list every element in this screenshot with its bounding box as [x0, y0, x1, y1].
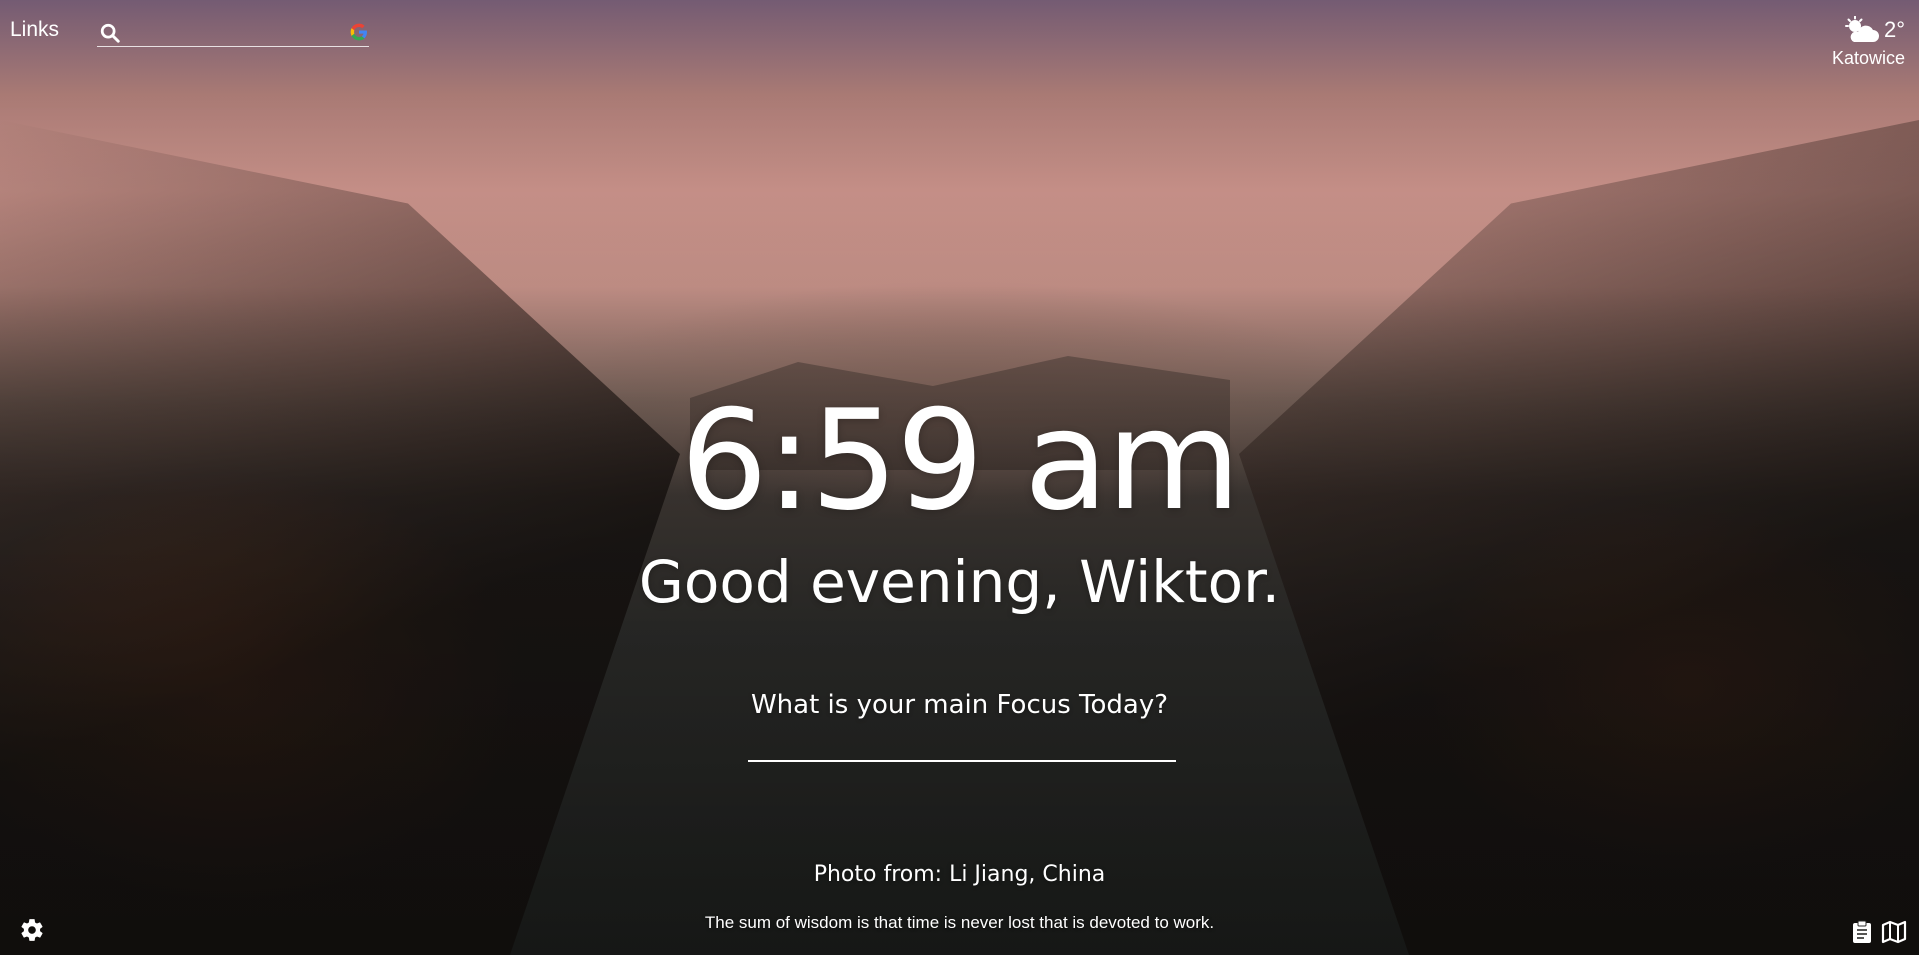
greeting-text: Good evening, Wiktor.	[638, 548, 1281, 616]
weather-widget[interactable]: 2° Katowice	[1832, 16, 1905, 69]
quote-text: The sum of wisdom is that time is never …	[704, 913, 1215, 932]
partly-cloudy-night-icon	[1844, 16, 1879, 42]
google-icon[interactable]	[349, 22, 369, 42]
clock-time: 6:59 am	[680, 380, 1241, 541]
map-icon[interactable]	[1881, 920, 1907, 944]
search-bar[interactable]	[97, 18, 369, 47]
gear-icon[interactable]	[19, 917, 45, 943]
photo-credit[interactable]: Photo from: Li Jiang, China	[0, 862, 1919, 887]
search-icon[interactable]	[99, 22, 121, 44]
links-button[interactable]: Links	[10, 18, 59, 42]
search-input[interactable]	[127, 18, 341, 46]
focus-prompt: What is your main Focus Today?	[750, 690, 1169, 720]
weather-temperature: 2°	[1883, 17, 1905, 42]
weather-location: Katowice	[1831, 48, 1905, 68]
focus-input[interactable]	[748, 720, 1176, 762]
clipboard-icon[interactable]	[1851, 920, 1873, 944]
